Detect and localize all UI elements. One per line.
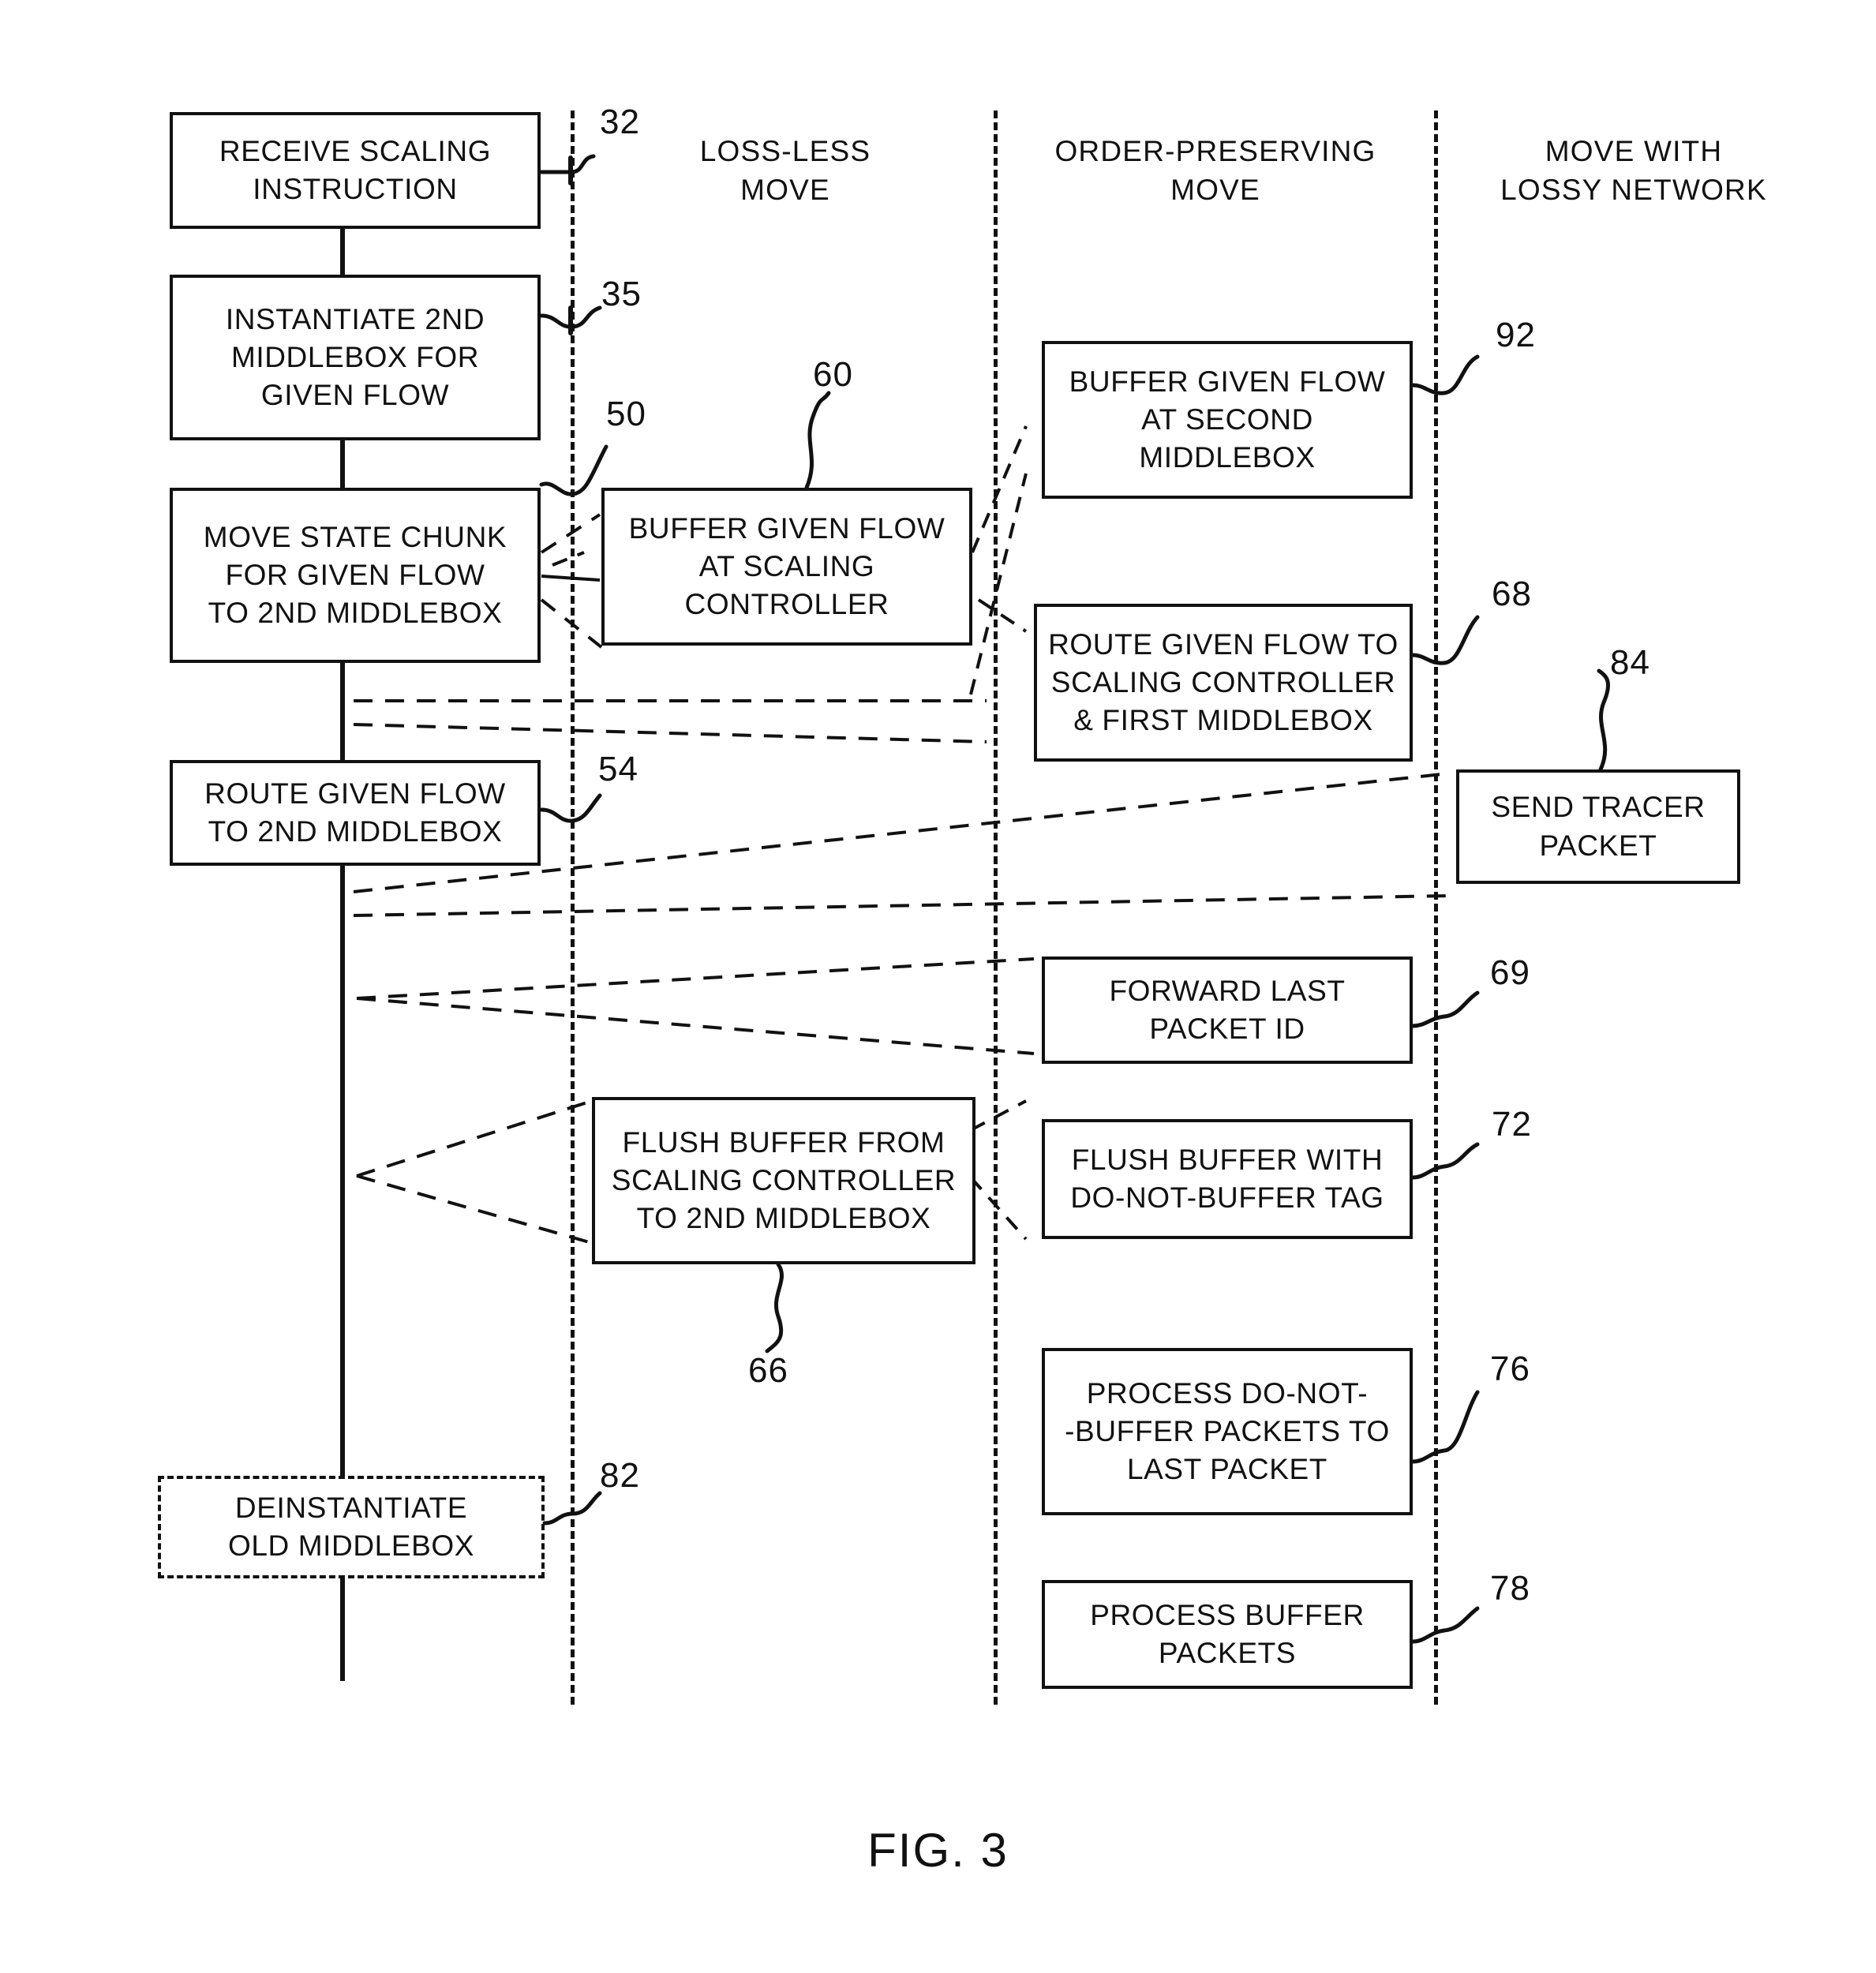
ref-numeral-76: 76 [1490, 1350, 1530, 1388]
box-deinstantiate-old-middlebox: DEINSTANTIATE OLD MIDDLEBOX [158, 1476, 545, 1578]
box-move-state-chunk: MOVE STATE CHUNK FOR GIVEN FLOW TO 2ND M… [170, 488, 541, 663]
figure-caption: FIG. 3 [867, 1824, 1009, 1877]
box-line-3: CONTROLLER [684, 588, 889, 621]
lane-divider-2 [994, 110, 998, 1705]
box-line-2: OLD MIDDLEBOX [227, 1529, 475, 1562]
column-header-line2: MOVE [740, 173, 830, 206]
box-line-1: BUFFER GIVEN FLOW [628, 511, 945, 545]
box-line-2: AT SCALING [698, 549, 875, 582]
column-header-line1: ORDER-PRESERVING [1054, 135, 1376, 167]
box-line-2: DO-NOT-BUFFER TAG [1070, 1181, 1384, 1214]
box-process-buffer-packets: PROCESS BUFFER PACKETS [1042, 1580, 1413, 1689]
box-receive-scaling-instruction: RECEIVE SCALING INSTRUCTION [170, 112, 541, 229]
box-buffer-given-flow-at-scaling-controller: BUFFER GIVEN FLOW AT SCALING CONTROLLER [601, 488, 972, 646]
box-line-1: PROCESS BUFFER [1090, 1598, 1365, 1631]
column-header-line2: LOSSY NETWORK [1500, 173, 1767, 206]
box-line-2: TO 2ND MIDDLEBOX [208, 815, 503, 848]
box-line-2: FOR GIVEN FLOW [225, 558, 485, 591]
ref-numeral-69: 69 [1490, 953, 1530, 992]
box-line-1: BUFFER GIVEN FLOW [1069, 365, 1386, 398]
column-header-move-with-lossy-network: MOVE WITH LOSSY NETWORK [1468, 133, 1799, 210]
ref-numeral-35: 35 [601, 275, 642, 313]
box-buffer-given-flow-at-second-middlebox: BUFFER GIVEN FLOW AT SECOND MIDDLEBOX [1042, 341, 1413, 499]
box-line-1: DEINSTANTIATE [234, 1491, 468, 1524]
box-line-1: RECEIVE SCALING [219, 134, 492, 167]
box-line-3: LAST PACKET [1126, 1453, 1328, 1486]
box-line-2: SCALING CONTROLLER [1050, 665, 1396, 698]
box-process-do-not-buffer-packets: PROCESS DO-NOT- -BUFFER PACKETS TO LAST … [1042, 1348, 1413, 1515]
ref-numeral-78: 78 [1490, 1569, 1530, 1608]
box-line-1: FLUSH BUFFER WITH [1071, 1143, 1384, 1176]
box-line-2: PACKET ID [1149, 1013, 1305, 1045]
box-line-2: INSTRUCTION [253, 173, 458, 205]
box-route-given-flow-to-scaling-controller: ROUTE GIVEN FLOW TO SCALING CONTROLLER &… [1034, 604, 1413, 762]
ref-numeral-50: 50 [606, 395, 646, 433]
box-line-3: GIVEN FLOW [260, 379, 450, 412]
box-line-2: -BUFFER PACKETS TO [1065, 1414, 1390, 1447]
box-forward-last-packet-id: FORWARD LAST PACKET ID [1042, 957, 1413, 1064]
ref-numeral-82: 82 [600, 1456, 640, 1495]
box-line-2: AT SECOND [1141, 402, 1313, 436]
ref-numeral-72: 72 [1492, 1105, 1532, 1144]
box-send-tracer-packet: SEND TRACER PACKET [1456, 769, 1740, 884]
patent-figure-page: LOSS-LESS MOVE ORDER-PRESERVING MOVE MOV… [0, 0, 1876, 1973]
box-route-given-flow-to-2nd-middlebox: ROUTE GIVEN FLOW TO 2ND MIDDLEBOX [170, 760, 541, 866]
box-line-2: MIDDLEBOX FOR [230, 340, 480, 373]
column-header-line1: LOSS-LESS [699, 135, 871, 167]
box-line-3: TO 2ND MIDDLEBOX [636, 1202, 931, 1235]
box-line-1: SEND TRACER [1491, 791, 1706, 824]
box-flush-buffer-with-do-not-buffer-tag: FLUSH BUFFER WITH DO-NOT-BUFFER TAG [1042, 1119, 1413, 1239]
box-instantiate-2nd-middlebox: INSTANTIATE 2ND MIDDLEBOX FOR GIVEN FLOW [170, 275, 541, 440]
box-flush-buffer-from-scaling-controller: FLUSH BUFFER FROM SCALING CONTROLLER TO … [592, 1097, 975, 1264]
box-line-1: ROUTE GIVEN FLOW [204, 777, 506, 810]
box-line-3: MIDDLEBOX [1139, 441, 1316, 474]
ref-numeral-60: 60 [813, 355, 853, 394]
box-line-1: MOVE STATE CHUNK [203, 520, 507, 553]
box-line-2: SCALING CONTROLLER [611, 1163, 957, 1196]
column-header-loss-less-move: LOSS-LESS MOVE [639, 133, 931, 210]
column-header-line2: MOVE [1170, 173, 1260, 206]
box-line-2: PACKET [1539, 829, 1657, 862]
box-line-2: PACKETS [1158, 1637, 1297, 1669]
box-line-1: FORWARD LAST [1109, 974, 1346, 1007]
column-header-order-preserving-move: ORDER-PRESERVING MOVE [1034, 133, 1397, 210]
box-line-1: PROCESS DO-NOT- [1086, 1376, 1369, 1410]
box-line-3: TO 2ND MIDDLEBOX [208, 597, 503, 630]
lane-divider-1 [571, 110, 575, 1705]
ref-numeral-68: 68 [1492, 575, 1532, 613]
column-header-line1: MOVE WITH [1545, 135, 1723, 167]
lane-divider-3 [1434, 110, 1438, 1705]
box-line-1: ROUTE GIVEN FLOW TO [1048, 627, 1399, 661]
box-line-1: INSTANTIATE 2ND [225, 302, 485, 335]
ref-numeral-84: 84 [1610, 643, 1650, 682]
box-line-3: & FIRST MIDDLEBOX [1073, 704, 1373, 737]
ref-numeral-54: 54 [598, 750, 638, 788]
ref-numeral-32: 32 [600, 103, 640, 141]
box-line-1: FLUSH BUFFER FROM [622, 1125, 945, 1159]
ref-numeral-92: 92 [1496, 316, 1536, 354]
ref-numeral-66: 66 [748, 1351, 788, 1390]
